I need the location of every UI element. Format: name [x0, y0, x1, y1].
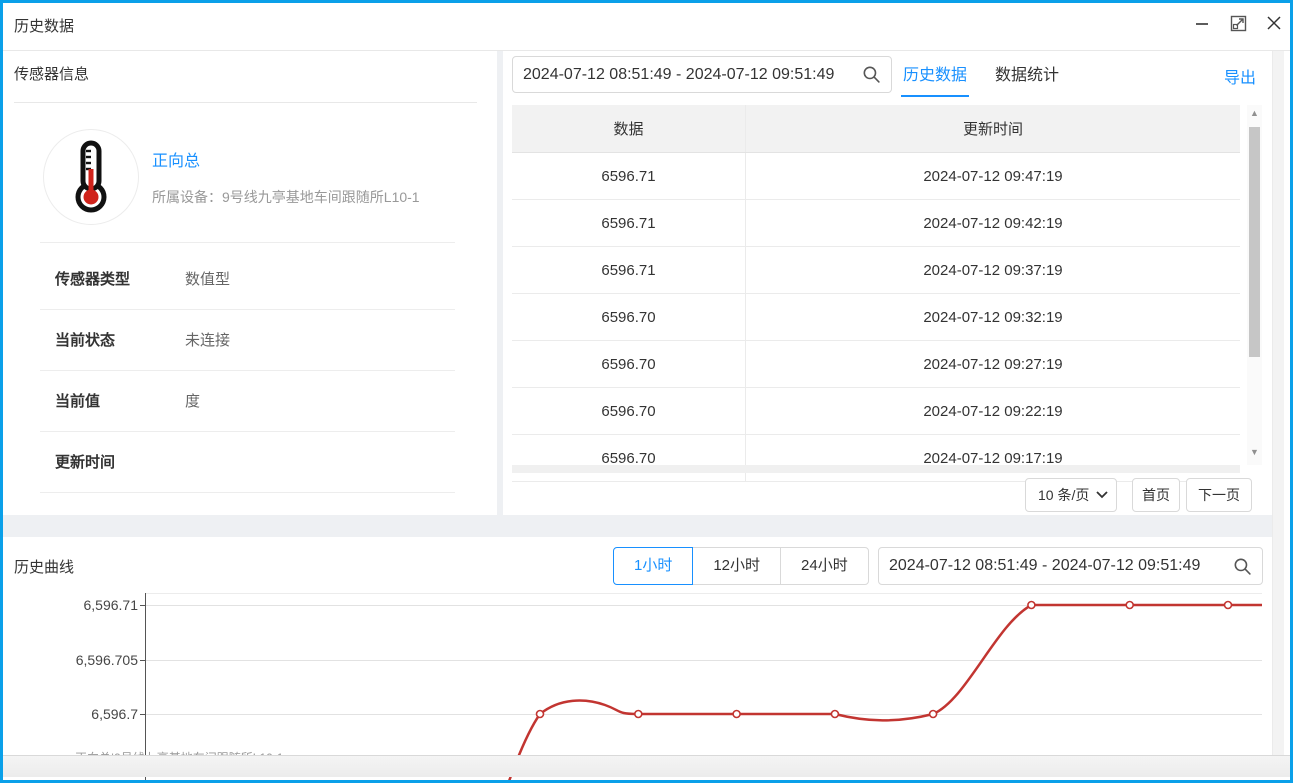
- table-cell: 2024-07-12 09:37:19: [746, 247, 1241, 294]
- table-scrollbar-thumb[interactable]: [1249, 127, 1260, 357]
- field-label: 当前状态: [55, 329, 115, 350]
- next-page-button[interactable]: 下一页: [1186, 478, 1252, 512]
- table-row[interactable]: 6596.712024-07-12 09:47:19: [512, 153, 1240, 200]
- field-divider: [40, 242, 455, 243]
- minimize-button[interactable]: [1191, 12, 1213, 34]
- field-value: 数值型: [185, 268, 230, 289]
- table-row[interactable]: 6596.702024-07-12 09:17:19: [512, 435, 1240, 482]
- table-cell: 6596.70: [512, 341, 746, 388]
- range-1h-button[interactable]: 1小时: [613, 547, 693, 585]
- panel-divider-vertical: [497, 51, 503, 515]
- table-cell: 6596.71: [512, 247, 746, 294]
- date-range-picker[interactable]: 2024-07-12 08:51:49 - 2024-07-12 09:51:4…: [512, 56, 892, 93]
- history-curve-line: [462, 605, 1262, 780]
- table-cell: 2024-07-12 09:22:19: [746, 388, 1241, 435]
- date-range-value: 2024-07-12 08:51:49 - 2024-07-12 09:51:4…: [523, 66, 862, 84]
- table-cell: 2024-07-12 09:32:19: [746, 294, 1241, 341]
- table-cell: 2024-07-12 09:47:19: [746, 153, 1241, 200]
- sensor-panel-title: 传感器信息: [14, 63, 89, 84]
- range-24h-button[interactable]: 24小时: [780, 547, 869, 585]
- field-label: 更新时间: [55, 451, 115, 472]
- curve-date-range-picker[interactable]: 2024-07-12 08:51:49 - 2024-07-12 09:51:4…: [878, 547, 1263, 585]
- data-point[interactable]: [1225, 602, 1232, 609]
- table-row[interactable]: 6596.702024-07-12 09:22:19: [512, 388, 1240, 435]
- horizontal-scrollbar[interactable]: [0, 755, 1293, 777]
- table-cell: 6596.71: [512, 200, 746, 247]
- tab-history-data[interactable]: 历史数据: [903, 61, 967, 89]
- field-divider: [40, 370, 455, 371]
- table-header: 数据 更新时间: [512, 105, 1240, 153]
- table-row[interactable]: 6596.712024-07-12 09:42:19: [512, 200, 1240, 247]
- table-cell: 2024-07-12 09:42:19: [746, 200, 1241, 247]
- table-row[interactable]: 6596.702024-07-12 09:27:19: [512, 341, 1240, 388]
- time-range-group: 1小时12小时24小时: [613, 547, 869, 585]
- window-controls: [1191, 12, 1285, 34]
- thermometer-icon: [64, 139, 118, 215]
- column-header-data: 数据: [512, 105, 746, 153]
- data-point[interactable]: [831, 711, 838, 718]
- chevron-down-icon: [1096, 491, 1108, 499]
- field-value: 未连接: [185, 329, 230, 350]
- close-button[interactable]: [1263, 12, 1285, 34]
- field-label: 传感器类型: [55, 268, 130, 289]
- range-12h-button[interactable]: 12小时: [692, 547, 781, 585]
- data-point[interactable]: [635, 711, 642, 718]
- history-data-window: 历史数据 传感器信息: [0, 0, 1293, 783]
- sensor-title-divider: [14, 102, 477, 103]
- field-divider: [40, 492, 455, 493]
- window-title: 历史数据: [14, 15, 74, 36]
- table-cell: 6596.71: [512, 153, 746, 200]
- page-size-select[interactable]: 10 条/页: [1025, 478, 1117, 512]
- scroll-down-icon[interactable]: ▼: [1250, 448, 1259, 457]
- search-icon[interactable]: [1233, 557, 1252, 576]
- sensor-avatar: [43, 129, 139, 225]
- field-divider: [40, 431, 455, 432]
- sensor-device-info: 所属设备：9号线九亭基地车间跟随所L10-1: [152, 187, 420, 207]
- table-cell: 2024-07-12 09:17:19: [746, 435, 1241, 482]
- data-point[interactable]: [1028, 602, 1035, 609]
- data-point[interactable]: [930, 711, 937, 718]
- field-divider: [40, 309, 455, 310]
- scroll-up-icon[interactable]: ▲: [1250, 109, 1259, 118]
- curve-date-range-value: 2024-07-12 08:51:49 - 2024-07-12 09:51:4…: [889, 557, 1233, 575]
- data-point[interactable]: [733, 711, 740, 718]
- curve-panel-title: 历史曲线: [14, 556, 74, 577]
- minimize-icon: [1195, 16, 1209, 30]
- close-icon: [1267, 16, 1281, 30]
- restore-button[interactable]: [1227, 12, 1249, 34]
- page-size-value: 10 条/页: [1038, 485, 1096, 505]
- data-point[interactable]: [1126, 602, 1133, 609]
- table-cell: 6596.70: [512, 388, 746, 435]
- table-cell: 6596.70: [512, 294, 746, 341]
- field-label: 当前值: [55, 390, 100, 411]
- sensor-name[interactable]: 正向总: [152, 147, 200, 171]
- table-row[interactable]: 6596.702024-07-12 09:32:19: [512, 294, 1240, 341]
- first-page-button[interactable]: 首页: [1132, 478, 1180, 512]
- table-cell: 2024-07-12 09:27:19: [746, 341, 1241, 388]
- field-value: 度: [185, 390, 200, 411]
- history-tabs: 历史数据数据统计: [903, 56, 1059, 93]
- titlebar-divider: [0, 50, 1293, 51]
- table-row[interactable]: 6596.712024-07-12 09:37:19: [512, 247, 1240, 294]
- tab-data-statistics[interactable]: 数据统计: [995, 61, 1059, 89]
- data-point[interactable]: [537, 711, 544, 718]
- export-button[interactable]: 导出: [1224, 64, 1256, 88]
- history-data-table: 数据 更新时间 6596.712024-07-12 09:47:196596.7…: [512, 105, 1240, 482]
- search-icon[interactable]: [862, 65, 881, 84]
- table-cell: 6596.70: [512, 435, 746, 482]
- column-header-update-time: 更新时间: [746, 105, 1241, 153]
- section-divider: [0, 515, 1272, 537]
- table-hscroll-strip: [512, 465, 1240, 473]
- restore-icon: [1230, 15, 1247, 32]
